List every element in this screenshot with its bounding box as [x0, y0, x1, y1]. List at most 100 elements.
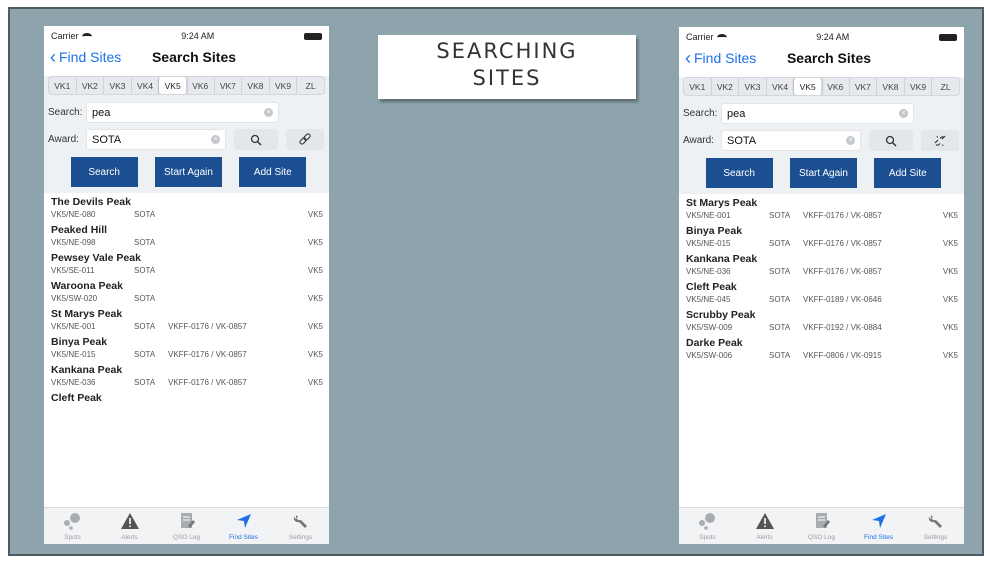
list-item[interactable]: Binya Peak VK5/NE-015 SOTA VKFF-0176 / VK-0… — [44, 333, 329, 361]
tab-settings[interactable]: Settings — [907, 508, 964, 544]
region-segment-vk3[interactable]: VK3 — [739, 78, 767, 95]
list-item[interactable]: St Marys Peak VK5/NE-001 SOTA VKFF-0176 / V… — [44, 305, 329, 333]
start-again-button[interactable]: Start Again — [789, 158, 857, 188]
list-item[interactable]: St Marys Peak VK5/NE-001 SOTA VKFF-0176 / V… — [679, 194, 964, 222]
region-segment-vk1[interactable]: VK1 — [49, 77, 77, 94]
list-item[interactable]: Binya Peak VK5/NE-015 SOTA VKFF-0176 / VK-0… — [679, 222, 964, 250]
tab-alerts[interactable]: Alerts — [736, 508, 793, 544]
region-segment-vk9[interactable]: VK9 — [270, 77, 298, 94]
back-button[interactable]: ‹ Find Sites — [685, 49, 756, 67]
list-item[interactable]: Pewsey Vale Peak VK5/SE-011 SOTA VK5 — [44, 249, 329, 277]
region-segment-vk4[interactable]: VK4 — [132, 77, 160, 94]
site-reference: VK5/NE-036 — [51, 378, 96, 387]
site-name: Binya Peak — [686, 225, 743, 237]
caption-line-2: SITES — [472, 66, 542, 90]
qso-log-icon — [178, 512, 196, 534]
broken-link-icon[interactable] — [921, 130, 959, 151]
search-button[interactable]: Search — [705, 158, 773, 188]
site-entity: VK5 — [942, 295, 958, 304]
region-segment-vk9[interactable]: VK9 — [905, 78, 933, 95]
tab-alerts[interactable]: Alerts — [101, 508, 158, 544]
clear-icon[interactable]: × — [899, 109, 908, 118]
status-time: 9:24 AM — [816, 32, 850, 42]
region-segment-vk7[interactable]: VK7 — [850, 78, 878, 95]
region-segment-vk5[interactable]: VK5 — [794, 78, 822, 95]
list-item[interactable]: Kankana Peak VK5/NE-036 SOTA VKFF-0176 / VK… — [44, 361, 329, 389]
site-program: SOTA — [134, 266, 156, 275]
search-button[interactable]: Search — [70, 157, 138, 187]
tab-spots[interactable]: Spots — [44, 508, 101, 544]
search-label: Search: — [48, 107, 83, 118]
status-bar: Carrier 9:24 AM — [679, 27, 964, 47]
site-name: Peaked Hill — [51, 224, 108, 236]
region-segment-vk2[interactable]: VK2 — [77, 77, 105, 94]
battery-icon — [938, 33, 957, 41]
chevron-left-icon: ‹ — [685, 48, 691, 68]
start-again-button[interactable]: Start Again — [154, 157, 222, 187]
tab-find-sites[interactable]: Find Sites — [850, 508, 907, 544]
site-name: Scrubby Peak — [686, 309, 756, 321]
status-bar: Carrier 9:24 AM — [44, 26, 329, 46]
award-input[interactable]: SOTA × — [86, 129, 226, 150]
site-entity: VK5 — [307, 350, 323, 359]
site-reference: VK5/SE-011 — [51, 266, 95, 275]
region-segment-vk2[interactable]: VK2 — [712, 78, 740, 95]
search-input[interactable]: pea × — [721, 103, 914, 124]
region-segment-vk8[interactable]: VK8 — [877, 78, 905, 95]
site-program: SOTA — [769, 211, 791, 220]
list-item[interactable]: Darke Peak VK5/SW-006 SOTA VKFF-0806 / VK-0… — [679, 334, 964, 362]
site-entity: VK5 — [307, 210, 323, 219]
list-item[interactable]: Scrubby Peak VK5/SW-009 SOTA VKFF-0192 / VK… — [679, 306, 964, 334]
list-item[interactable]: Cleft Peak VK5/NE-045 SOTA VKFF-0189 / VK-0… — [679, 278, 964, 306]
clear-icon[interactable]: × — [211, 135, 220, 144]
tab-qso-log[interactable]: QSO Log — [158, 508, 215, 544]
region-segmented-control: VK1 VK2 VK3 VK4 VK5 VK6 VK7 VK8 VK9 ZL — [683, 77, 960, 96]
site-program — [134, 405, 168, 417]
search-input[interactable]: pea × — [86, 102, 279, 123]
tab-find-sites[interactable]: Find Sites — [215, 508, 272, 544]
region-segment-vk1[interactable]: VK1 — [684, 78, 712, 95]
region-segment-vk5[interactable]: VK5 — [159, 77, 187, 94]
tab-settings[interactable]: Settings — [272, 508, 329, 544]
award-input[interactable]: SOTA × — [721, 130, 861, 151]
region-segment-zl[interactable]: ZL — [932, 78, 959, 95]
list-item[interactable]: Waroona Peak VK5/SW-020 SOTA VK5 — [44, 277, 329, 305]
clear-icon[interactable]: × — [264, 108, 273, 117]
award-label: Award: — [683, 135, 714, 146]
nav-bar: ‹ Find Sites Search Sites — [679, 47, 964, 69]
site-entity — [305, 405, 323, 417]
list-item[interactable]: Cleft Peak — [44, 389, 329, 417]
location-arrow-icon — [870, 512, 888, 534]
site-program: SOTA — [134, 378, 156, 387]
region-segment-vk4[interactable]: VK4 — [767, 78, 795, 95]
search-form: VK1 VK2 VK3 VK4 VK5 VK6 VK7 VK8 VK9 ZL Search: pe… — [44, 76, 329, 193]
link-icon[interactable] — [286, 129, 324, 150]
phone-screen-left: Carrier 9:24 AM ‹ Find Sites Search Sites… — [44, 26, 329, 544]
site-name: St Marys Peak — [51, 308, 123, 320]
list-item[interactable]: Peaked Hill VK5/NE-098 SOTA VK5 — [44, 221, 329, 249]
tab-spots[interactable]: Spots — [679, 508, 736, 544]
region-segment-vk3[interactable]: VK3 — [104, 77, 132, 94]
region-segment-zl[interactable]: ZL — [297, 77, 324, 94]
region-segment-vk7[interactable]: VK7 — [215, 77, 243, 94]
add-site-button[interactable]: Add Site — [239, 157, 307, 187]
region-segment-vk8[interactable]: VK8 — [242, 77, 270, 94]
search-icon[interactable] — [234, 129, 278, 150]
list-item[interactable]: The Devils Peak VK5/NE-080 SOTA VK5 — [44, 193, 329, 221]
list-item[interactable]: Kankana Peak VK5/NE-036 SOTA VKFF-0176 / VK… — [679, 250, 964, 278]
site-wwff-refs: VKFF-0176 / VK-0857 — [168, 378, 247, 387]
tab-label: Alerts — [756, 534, 773, 541]
award-input-value: SOTA — [92, 133, 122, 146]
back-button-label: Find Sites — [694, 50, 757, 66]
site-reference: VK5/NE-001 — [51, 322, 96, 331]
search-icon[interactable] — [869, 130, 913, 151]
wrench-icon — [927, 512, 945, 534]
region-segment-vk6[interactable]: VK6 — [822, 78, 850, 95]
clear-icon[interactable]: × — [846, 136, 855, 145]
region-segment-vk6[interactable]: VK6 — [187, 77, 215, 94]
caption-line-1: SEARCHING — [436, 39, 578, 63]
site-program: SOTA — [134, 350, 156, 359]
tab-qso-log[interactable]: QSO Log — [793, 508, 850, 544]
add-site-button[interactable]: Add Site — [874, 158, 942, 188]
back-button[interactable]: ‹ Find Sites — [50, 48, 121, 66]
